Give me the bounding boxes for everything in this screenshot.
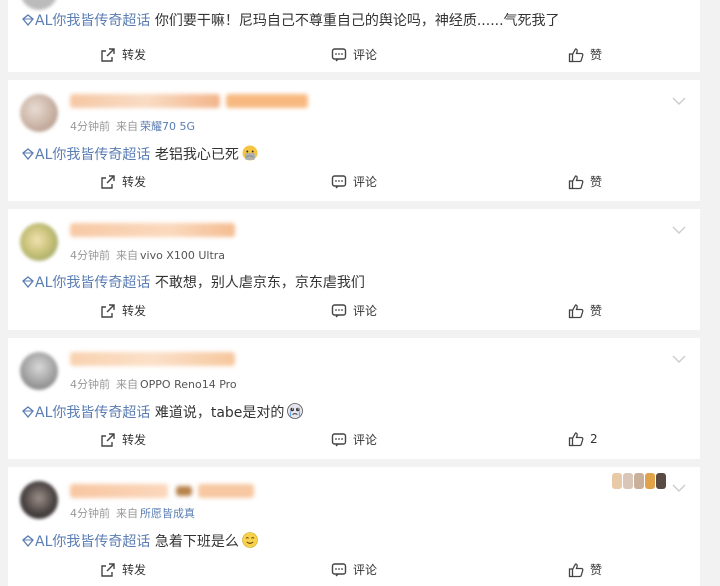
comment-text: 难道说，tabe是对的 (154, 405, 285, 421)
comment-meta: 4分钟前 来自 vivo X100 Ultra (70, 249, 226, 262)
avatar[interactable] (20, 223, 58, 261)
comment-button[interactable]: 评论 (331, 46, 377, 63)
comment-icon (331, 47, 347, 61)
device-source[interactable]: 所愿皆成真 (140, 507, 195, 520)
action-bar: 转发 评论 赞 (8, 561, 700, 581)
like-button[interactable]: 赞 (568, 173, 602, 190)
action-bar: 转发 评论 赞 (8, 302, 700, 322)
thumbs-up-icon (568, 432, 584, 447)
like-button[interactable]: 2 (568, 431, 598, 447)
topic-link[interactable]: AL你我皆传奇超话 (22, 275, 150, 291)
device-source[interactable]: OPPO Reno14 Pro (140, 378, 237, 391)
avatar[interactable] (20, 94, 58, 132)
comment-body: AL你我皆传奇超话 老铝我心已死 (8, 144, 700, 165)
sticker-row (612, 473, 666, 489)
like-button[interactable]: 赞 (568, 302, 602, 319)
comment-text: 急着下班是么 (154, 534, 239, 550)
avatar[interactable] (20, 481, 58, 519)
device-source[interactable]: 荣耀70 5G (140, 120, 195, 133)
sad-emoji-icon (242, 145, 258, 161)
like-button[interactable]: 赞 (568, 561, 602, 578)
thumbs-up-icon (568, 303, 584, 318)
avatar[interactable] (20, 352, 58, 390)
comment-card: 4分钟前 来自 荣耀70 5G AL你我皆传奇超话 老铝我心已死 转发 评论 赞 (8, 80, 700, 201)
topic-link[interactable]: AL你我皆传奇超话 (22, 147, 150, 163)
chevron-down-icon[interactable] (672, 225, 686, 235)
thumbs-up-icon (568, 174, 584, 189)
sticker-icon (612, 473, 622, 489)
comment-text: 你们要干嘛！尼玛自己不尊重自己的舆论吗，神经质......气死我了 (154, 13, 560, 29)
crying-emoji-icon (287, 403, 304, 419)
repost-icon (101, 432, 115, 447)
repost-icon (101, 174, 115, 189)
repost-button[interactable]: 转发 (100, 46, 146, 63)
super-topic-icon (22, 14, 34, 26)
comment-card: 4分钟前 来自 所愿皆成真 AL你我皆传奇超话 急着下班是么 转发 评论 赞 (8, 467, 700, 586)
super-topic-icon (22, 276, 34, 288)
avatar[interactable] (20, 0, 58, 10)
timestamp: 4分钟前 (70, 507, 110, 520)
comment-text: 不敢想，别人虐京东，京东虐我们 (154, 275, 365, 291)
comment-icon (331, 432, 347, 446)
comment-icon (331, 562, 347, 576)
username-blurred[interactable] (70, 94, 220, 108)
comment-card: 4分钟前 来自 vivo X100 Ultra AL你我皆传奇超话 不敢想，别人虐京… (8, 209, 700, 330)
comment-body: AL你我皆传奇超话 不敢想，别人虐京东，京东虐我们 (8, 273, 700, 293)
thumbs-up-icon (568, 47, 584, 62)
chevron-down-icon[interactable] (672, 483, 686, 493)
comment-feed: AL你我皆传奇超话 你们要干嘛！尼玛自己不尊重自己的舆论吗，神经质......气… (0, 0, 720, 586)
comment-button[interactable]: 评论 (331, 431, 377, 448)
badge-blurred (226, 94, 308, 108)
username-blurred[interactable] (70, 223, 235, 237)
action-bar: 转发 评论 赞 (8, 173, 700, 193)
repost-icon (101, 562, 115, 577)
comment-body: AL你我皆传奇超话 你们要干嘛！尼玛自己不尊重自己的舆论吗，神经质......气… (8, 11, 560, 31)
timestamp: 4分钟前 (70, 249, 110, 262)
super-topic-icon (22, 406, 34, 418)
badge-blurred (176, 486, 192, 496)
like-count: 2 (590, 432, 598, 446)
timestamp: 4分钟前 (70, 120, 110, 133)
comment-card: AL你我皆传奇超话 你们要干嘛！尼玛自己不尊重自己的舆论吗，神经质......气… (8, 0, 700, 72)
comment-meta: 4分钟前 来自 OPPO Reno14 Pro (70, 378, 237, 391)
repost-button[interactable]: 转发 (100, 431, 146, 448)
comment-body: AL你我皆传奇超话 难道说，tabe是对的 (8, 402, 700, 423)
sticker-icon (656, 473, 666, 489)
comment-body: AL你我皆传奇超话 急着下班是么 (8, 531, 700, 552)
repost-icon (101, 303, 115, 318)
timestamp: 4分钟前 (70, 378, 110, 391)
sticker-icon (634, 473, 644, 489)
username-blurred[interactable] (70, 352, 235, 366)
repost-button[interactable]: 转发 (100, 561, 146, 578)
thumbs-up-icon (568, 562, 584, 577)
action-bar: 转发 评论 2 (8, 431, 700, 451)
comment-icon (331, 303, 347, 317)
super-topic-icon (22, 148, 34, 160)
username-blurred[interactable] (70, 484, 168, 498)
comment-meta: 4分钟前 来自 所愿皆成真 (70, 507, 195, 520)
badge-blurred (198, 484, 254, 498)
repost-button[interactable]: 转发 (100, 173, 146, 190)
sticker-icon (623, 473, 633, 489)
chevron-down-icon[interactable] (672, 96, 686, 106)
comment-card: 4分钟前 来自 OPPO Reno14 Pro AL你我皆传奇超话 难道说，tabe… (8, 338, 700, 459)
device-source[interactable]: vivo X100 Ultra (140, 249, 225, 262)
comment-icon (331, 174, 347, 188)
topic-link[interactable]: AL你我皆传奇超话 (22, 13, 150, 29)
super-topic-icon (22, 535, 34, 547)
action-bar: 转发 评论 赞 (8, 46, 700, 66)
sticker-icon (645, 473, 655, 489)
like-button[interactable]: 赞 (568, 46, 602, 63)
comment-button[interactable]: 评论 (331, 561, 377, 578)
topic-link[interactable]: AL你我皆传奇超话 (22, 534, 150, 550)
comment-button[interactable]: 评论 (331, 302, 377, 319)
chevron-down-icon[interactable] (672, 354, 686, 364)
repost-icon (101, 47, 115, 62)
topic-link[interactable]: AL你我皆传奇超话 (22, 405, 150, 421)
repost-button[interactable]: 转发 (100, 302, 146, 319)
smile-emoji-icon (242, 532, 258, 548)
comment-text: 老铝我心已死 (154, 147, 239, 163)
comment-button[interactable]: 评论 (331, 173, 377, 190)
comment-meta: 4分钟前 来自 荣耀70 5G (70, 120, 196, 133)
